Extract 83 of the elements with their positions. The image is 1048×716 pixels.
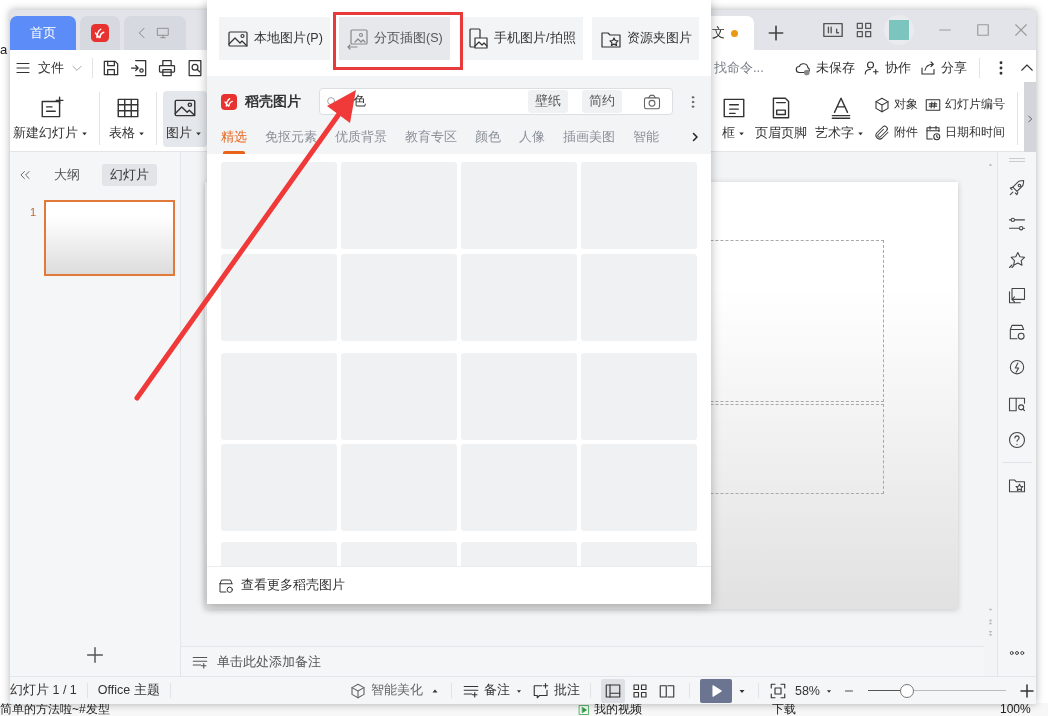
background-text: a: [0, 42, 8, 57]
star-icon[interactable]: [1007, 250, 1027, 270]
thumbnail-placeholder[interactable]: [221, 162, 337, 249]
shop-icon[interactable]: [1007, 322, 1027, 342]
close-icon[interactable]: [1012, 21, 1030, 39]
fit-screen-icon[interactable]: [768, 681, 787, 700]
taskbar-item: 下载: [772, 703, 796, 716]
slide-number: 1: [30, 205, 37, 218]
notes-placeholder: 单击此处添加备注: [217, 652, 321, 671]
insert-option[interactable]: 分页插图(S): [338, 17, 450, 60]
more-pictures-link[interactable]: 查看更多稻壳图片: [241, 577, 345, 594]
chevron-right-icon: [1025, 113, 1035, 124]
shop-icon: [217, 576, 235, 595]
double-caret-up-icon: [986, 617, 995, 626]
tag-chip[interactable]: 壁纸: [528, 90, 568, 113]
share-icon: [919, 59, 937, 77]
leaf-logo-icon: [91, 24, 109, 42]
zoom-slider[interactable]: [868, 683, 1006, 698]
leaf-logo-icon: [221, 93, 237, 110]
maximize-icon[interactable]: [974, 21, 992, 39]
picture-arrow-icon: [346, 26, 371, 51]
save-status[interactable]: 未保存: [794, 59, 855, 77]
insert-option[interactable]: 资源夹图片: [591, 17, 699, 60]
share-button[interactable]: 分享: [919, 59, 967, 77]
document-arrow-icon[interactable]: [129, 58, 149, 78]
ribbon-button[interactable]: 页眉页脚: [752, 90, 810, 147]
ribbon-button[interactable]: 日期和时间: [922, 120, 1007, 145]
monitor-icon: [156, 26, 170, 40]
cube-icon: [873, 95, 891, 114]
cube-icon: [348, 681, 367, 700]
pane-tab[interactable]: 大纲: [46, 164, 88, 186]
calendar-clock-icon: [924, 123, 942, 142]
zoom-dropdown[interactable]: 58%: [794, 683, 834, 698]
add-slide-button[interactable]: [84, 644, 106, 666]
paperclip-icon: [873, 123, 891, 142]
beautify-button[interactable]: 智能美化: [348, 681, 423, 700]
theme-name: Office 主题: [97, 682, 160, 699]
double-left-icon[interactable]: [18, 168, 32, 182]
grid-icon[interactable]: [854, 20, 874, 40]
taskbar-item: 100%: [1000, 703, 1031, 716]
play-button[interactable]: [699, 678, 732, 703]
grid-icon: [630, 681, 649, 700]
ribbon-button[interactable]: 幻灯片编号: [922, 92, 1007, 117]
screen-return-icon[interactable]: [1007, 286, 1027, 306]
command-search-field[interactable]: 找命令...: [714, 59, 786, 77]
ribbon-button[interactable]: 框: [718, 90, 750, 147]
pane-tab[interactable]: 幻灯片: [102, 164, 157, 186]
slider-thumb[interactable]: [899, 683, 914, 698]
insert-option[interactable]: 本地图片(P): [219, 17, 330, 60]
double-caret-down-icon: [986, 629, 995, 638]
comment-plus-icon: [531, 681, 550, 700]
caret-up-icon: [986, 160, 995, 169]
thumbnail-placeholder[interactable]: [221, 254, 337, 341]
tag-chip[interactable]: 简约: [582, 90, 622, 113]
ribbon-button[interactable]: 图片: [163, 90, 207, 147]
phone-picture-icon: [466, 26, 491, 51]
ribbon-button[interactable]: 新建幻灯片: [10, 90, 93, 147]
ribbon-button[interactable]: 附件: [871, 120, 920, 145]
slide-thumbnail[interactable]: [44, 200, 176, 276]
plus-icon[interactable]: [1018, 681, 1036, 700]
insert-option[interactable]: 手机图片/拍照: [458, 17, 583, 60]
app-tab[interactable]: [80, 16, 120, 50]
plus-icon: [84, 644, 106, 666]
play-box-icon: [578, 703, 590, 716]
printer-icon[interactable]: [157, 58, 177, 78]
normal-view-button[interactable]: [600, 678, 625, 703]
slide-counter: 幻灯片 1 / 1: [10, 682, 77, 699]
save-icon[interactable]: [101, 58, 121, 78]
ribbon-button[interactable]: 对象: [871, 92, 920, 117]
brand-name: 稻壳图片: [245, 92, 301, 111]
collaborate-button[interactable]: 协作: [863, 59, 911, 77]
ribbon-button[interactable]: 表格: [106, 90, 150, 147]
rocket-icon[interactable]: [1007, 178, 1027, 198]
plus-icon: [766, 23, 786, 43]
ribbon-button[interactable]: 艺术字: [812, 90, 869, 147]
file-menu[interactable]: 文件: [10, 55, 88, 81]
user-plus-icon: [863, 59, 881, 77]
drag-handle[interactable]: [1009, 158, 1025, 162]
search-field[interactable]: 色 壁纸 简约: [319, 88, 673, 115]
help-icon[interactable]: [1007, 430, 1027, 450]
normal-view-icon: [603, 681, 622, 700]
comments-button[interactable]: 批注: [531, 681, 580, 700]
notes-button[interactable]: 备注: [461, 681, 524, 700]
